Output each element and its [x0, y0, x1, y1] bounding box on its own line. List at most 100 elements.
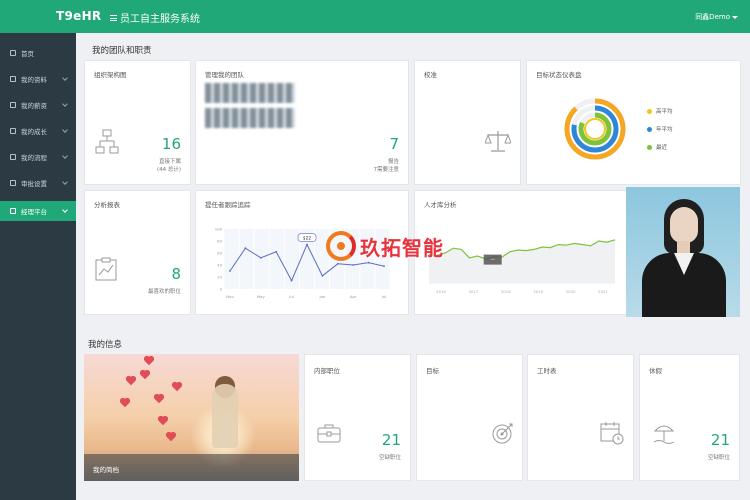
- center-ring: [584, 118, 606, 140]
- x-tick-label: 2018: [501, 289, 511, 294]
- approval-icon: [10, 180, 16, 186]
- x-tick-label: 2019: [533, 289, 543, 294]
- vacation-count: 21: [710, 431, 730, 449]
- attention-label: 7需要注意: [373, 167, 400, 173]
- sidebar-item-growth[interactable]: 我的成长: [0, 121, 76, 141]
- sidebar-item-label: 我的成长: [21, 128, 47, 136]
- data-point: [352, 264, 355, 266]
- org-chart-icon: [95, 129, 119, 154]
- reports-label: 报告: [387, 159, 399, 165]
- sidebar-item-workflow[interactable]: 我的流程: [0, 147, 76, 167]
- x-tick-label: Jul: [381, 294, 387, 299]
- y-tick-label: 0: [220, 287, 223, 292]
- data-point: [259, 256, 262, 259]
- photo-face: [670, 207, 698, 243]
- profile-photo: [626, 187, 740, 317]
- vacation-label: 空缺职位: [707, 455, 730, 461]
- legend-item: 高平均: [647, 107, 673, 115]
- watermark: 玖拓智能: [326, 231, 444, 261]
- sidebar-item-approval[interactable]: 审批设置: [0, 173, 76, 193]
- sidebar-item-label: 审批设置: [21, 180, 47, 188]
- timesheet-card[interactable]: 工时表: [527, 354, 634, 481]
- card-title: 目标: [426, 367, 439, 375]
- heart-icon: [144, 356, 154, 366]
- heart-icon: [158, 416, 168, 426]
- user-menu[interactable]: 同鑫Demo: [695, 12, 738, 22]
- card-title: 提任者跟踪追踪: [205, 201, 251, 209]
- sidebar-item-label: 我的流程: [21, 154, 47, 162]
- heart-icon: [172, 382, 182, 392]
- goal-dashboard-card[interactable]: 目标状态仪表盘 高平均 年平均 最近: [526, 60, 741, 185]
- app-title: 员工自主服务系统: [120, 14, 200, 25]
- data-point: [321, 274, 324, 277]
- heart-icon: [154, 394, 164, 404]
- target-icon: [492, 423, 513, 444]
- card-title: 目标状态仪表盘: [536, 71, 582, 79]
- card-title: 休假: [649, 367, 662, 375]
- x-tick-label: 2020: [566, 289, 576, 294]
- chevron-down-icon: [732, 15, 738, 19]
- managed-team-card[interactable]: 管理我的团队 7 报告 7需要注意: [195, 60, 409, 185]
- team-avatars-row: [205, 108, 295, 128]
- sidebar-item-label: 我的薪资: [21, 102, 47, 110]
- card-title: 分析报表: [94, 201, 120, 209]
- y-tick-label: 20: [217, 275, 222, 280]
- calendar-icon: [600, 422, 624, 445]
- legend-dot: [647, 126, 652, 132]
- chevron-down-icon: [62, 127, 68, 133]
- user-name: 同鑫Demo: [695, 13, 730, 21]
- heart-icon: [166, 432, 176, 442]
- talent-pool-card[interactable]: 人才库分析 2016 2017 2018 2019 2020 2021 —: [414, 190, 629, 315]
- briefcase-icon: [317, 424, 341, 443]
- chevron-down-icon: [62, 207, 68, 213]
- vacation-card[interactable]: 休假 21 空缺职位: [639, 354, 740, 481]
- beach-icon: [653, 425, 675, 444]
- menu-icon[interactable]: [110, 14, 117, 21]
- reports-count: 7: [389, 135, 399, 153]
- sidebar-item-manager[interactable]: 经理平台: [0, 201, 76, 221]
- profile-hero-card[interactable]: 我的简档: [84, 354, 299, 481]
- watermark-text: 玖拓智能: [360, 235, 444, 260]
- hero-caption: 我的简档: [84, 454, 299, 481]
- x-tick-label: Jul: [288, 294, 294, 299]
- goals-card[interactable]: 目标: [416, 354, 523, 481]
- card-title: 组织架构图: [94, 71, 127, 79]
- card-title: 管理我的团队: [205, 71, 244, 79]
- heart-icon: [140, 370, 150, 380]
- app-logo[interactable]: T9eHR: [56, 9, 101, 23]
- sidebar: 首页 我的资料 我的薪资 我的成长 我的流程 审批设置 经理平台: [0, 33, 76, 500]
- legend-dot: [647, 108, 652, 114]
- sidebar-item-home[interactable]: 首页: [0, 43, 76, 63]
- x-tick-label: 2021: [598, 289, 608, 294]
- data-point: [244, 247, 247, 250]
- chevron-down-icon: [62, 75, 68, 81]
- team-section-title: 我的团队和职责: [92, 46, 152, 56]
- app-title-wrap: 员工自主服务系统: [110, 10, 200, 25]
- x-tick-label: Nov: [226, 294, 234, 299]
- calibration-card[interactable]: 校准: [414, 60, 521, 185]
- tooltip-label: —: [491, 257, 495, 262]
- sidebar-item-salary[interactable]: 我的薪资: [0, 95, 76, 115]
- card-title: 工时表: [537, 367, 557, 375]
- top-bar: T9eHR 员工自主服务系统 同鑫Demo: [0, 0, 750, 33]
- direct-reports-count: 16: [161, 135, 181, 153]
- manager-icon: [10, 208, 16, 214]
- internal-jobs-card[interactable]: 内部职位 21 空缺职位: [304, 354, 411, 481]
- sidebar-item-label: 首页: [21, 50, 34, 58]
- team-avatars-row: [205, 83, 295, 103]
- salary-icon: [10, 102, 16, 108]
- analytics-card[interactable]: 分析报表 8 最喜欢的职位: [84, 190, 191, 315]
- workflow-icon: [10, 154, 16, 160]
- y-tick-label: 60: [217, 251, 222, 256]
- chevron-down-icon: [62, 101, 68, 107]
- sidebar-item-label: 经理平台: [21, 208, 47, 216]
- org-chart-card[interactable]: 组织架构图 16 直接下属 (44 总计): [84, 60, 191, 185]
- heart-icon: [126, 376, 136, 386]
- y-tick-label: 40: [217, 263, 222, 268]
- open-jobs-count: 21: [381, 431, 401, 449]
- hero-figure: [212, 384, 238, 448]
- data-point: [290, 279, 293, 282]
- favorite-jobs-count: 8: [171, 265, 181, 283]
- data-point: [229, 270, 231, 272]
- sidebar-item-profile[interactable]: 我的资料: [0, 69, 76, 89]
